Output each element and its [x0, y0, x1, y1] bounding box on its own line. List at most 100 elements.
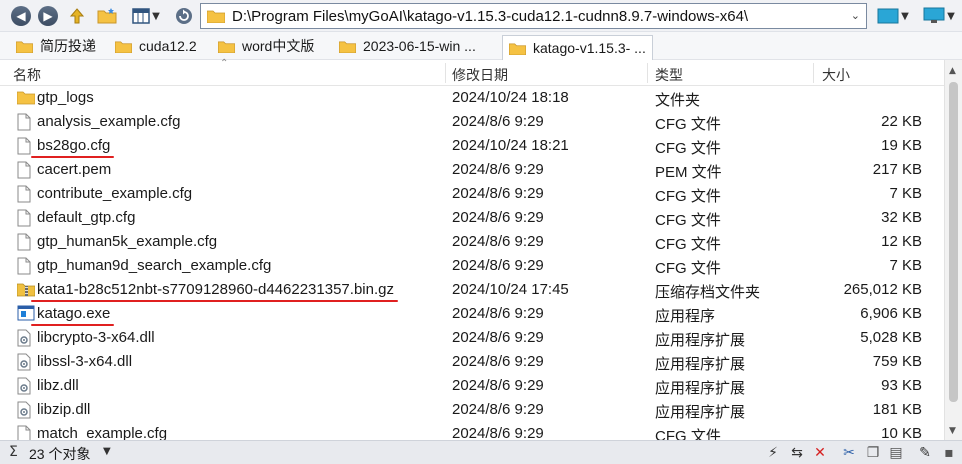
file-name: kata1-b28c512nbt-s7709128960-d4462231357…	[37, 281, 394, 298]
monitor-icon[interactable]: ▼	[920, 5, 958, 27]
copy-icon[interactable]: ❐	[864, 444, 882, 462]
bookmark-item[interactable]: 简历投递	[16, 35, 96, 57]
file-icon	[17, 113, 33, 131]
column-divider[interactable]	[813, 63, 814, 83]
forward-icon[interactable]: ▶	[38, 5, 58, 27]
file-row[interactable]: libssl-3-x64.dll 2024/8/6 9:29 应用程序扩展 759 K…	[0, 350, 944, 374]
edit-icon[interactable]: ✎	[916, 444, 934, 462]
vertical-scrollbar[interactable]: ▲ ▼	[944, 60, 962, 440]
scroll-down-icon[interactable]: ▼	[949, 426, 956, 436]
scroll-thumb[interactable]	[949, 82, 958, 402]
file-row[interactable]: gtp_human5k_example.cfg 2024/8/6 9:29 CFG …	[0, 230, 944, 254]
file-row[interactable]: cacert.pem 2024/8/6 9:29 PEM 文件 217 KB	[0, 158, 944, 182]
lightning-icon[interactable]: ⚡	[764, 444, 782, 462]
file-size: 19 KB	[881, 137, 922, 154]
file-size: 32 KB	[881, 209, 922, 226]
file-date: 2024/8/6 9:29	[452, 425, 544, 440]
file-size: 181 KB	[872, 401, 922, 418]
folder-icon	[115, 40, 132, 53]
bookmark-label: katago-v1.15.3- ...	[533, 40, 646, 56]
address-bar[interactable]: D:\Program Files\myGoAI\katago-v1.15.3-c…	[200, 3, 867, 29]
file-type: 应用程序扩展	[655, 404, 746, 421]
folder-row[interactable]: gtp_logs 2024/10/24 18:18 文件夹	[0, 86, 944, 110]
bookmark-item-active[interactable]: katago-v1.15.3- ...	[502, 35, 653, 60]
file-size: 217 KB	[872, 161, 922, 178]
cut-icon[interactable]: ✂	[840, 444, 858, 462]
file-type: 应用程序扩展	[655, 356, 746, 373]
chevron-down-icon[interactable]: ⌄	[851, 9, 860, 22]
file-date: 2024/8/6 9:29	[452, 305, 544, 322]
file-name: default_gtp.cfg	[37, 209, 136, 226]
sigma-icon: Σ	[9, 444, 18, 460]
file-size: 7 KB	[889, 185, 922, 202]
file-name: analysis_example.cfg	[37, 113, 181, 130]
bookmark-item[interactable]: word中文版	[218, 35, 314, 57]
delete-icon[interactable]: ✕	[811, 444, 829, 462]
swap-icon[interactable]: ⇆	[788, 444, 806, 462]
bookmark-bar: 简历投递 cuda12.2 word中文版 2023-06-15-win ...…	[0, 32, 962, 60]
folder-icon	[218, 40, 235, 53]
view-icon[interactable]: ▼	[128, 5, 164, 27]
dll-icon	[17, 329, 33, 347]
file-row[interactable]: analysis_example.cfg 2024/8/6 9:29 CFG 文件 2…	[0, 110, 944, 134]
file-row[interactable]: contribute_example.cfg 2024/8/6 9:29 CFG 文…	[0, 182, 944, 206]
column-date[interactable]: 修改日期	[452, 65, 508, 85]
file-name: contribute_example.cfg	[37, 185, 193, 202]
file-icon	[17, 233, 33, 251]
column-headers: ⌃ 名称 修改日期 类型 大小	[0, 58, 962, 86]
file-name: libcrypto-3-x64.dll	[37, 329, 155, 346]
file-row[interactable]: bs28go.cfg 2024/10/24 18:21 CFG 文件 19 KB	[0, 134, 944, 158]
scroll-up-icon[interactable]: ▲	[949, 66, 956, 76]
file-type: CFG 文件	[655, 236, 721, 253]
file-name: gtp_logs	[37, 89, 94, 106]
file-date: 2024/10/24 17:45	[452, 281, 569, 298]
folder-icon	[16, 40, 33, 53]
file-type: PEM 文件	[655, 164, 722, 181]
column-name[interactable]: 名称	[13, 65, 41, 85]
bookmark-label: 2023-06-15-win ...	[363, 38, 476, 54]
file-row[interactable]: gtp_human9d_search_example.cfg 2024/8/6 9…	[0, 254, 944, 278]
file-row[interactable]: match_example.cfg 2024/8/6 9:29 CFG 文件 10 K…	[0, 422, 944, 440]
file-date: 2024/8/6 9:29	[452, 233, 544, 250]
file-row[interactable]: libcrypto-3-x64.dll 2024/8/6 9:29 应用程序扩展 5,…	[0, 326, 944, 350]
up-icon[interactable]	[66, 5, 88, 27]
file-date: 2024/10/24 18:18	[452, 89, 569, 106]
file-size: 759 KB	[872, 353, 922, 370]
address-path[interactable]: D:\Program Files\myGoAI\katago-v1.15.3-c…	[232, 8, 748, 25]
file-row[interactable]: default_gtp.cfg 2024/8/6 9:29 CFG 文件 32 KB	[0, 206, 944, 230]
folder-icon	[509, 42, 526, 55]
column-size[interactable]: 大小	[822, 65, 850, 85]
file-size: 22 KB	[881, 113, 922, 130]
column-type[interactable]: 类型	[655, 65, 683, 85]
column-divider[interactable]	[445, 63, 446, 83]
file-icon	[17, 425, 33, 440]
new-folder-icon[interactable]	[96, 5, 118, 27]
file-date: 2024/8/6 9:29	[452, 185, 544, 202]
file-type: CFG 文件	[655, 212, 721, 229]
chevron-down-icon[interactable]: ▼	[103, 446, 111, 457]
column-divider[interactable]	[647, 63, 648, 83]
file-type: CFG 文件	[655, 116, 721, 133]
bookmark-label: word中文版	[242, 38, 315, 54]
file-row[interactable]: libzip.dll 2024/8/6 9:29 应用程序扩展 181 KB	[0, 398, 944, 422]
dll-icon	[17, 353, 33, 371]
file-date: 2024/8/6 9:29	[452, 161, 544, 178]
file-row[interactable]: libz.dll 2024/8/6 9:29 应用程序扩展 93 KB	[0, 374, 944, 398]
file-type: CFG 文件	[655, 188, 721, 205]
bookmark-item[interactable]: cuda12.2	[115, 35, 197, 57]
file-row[interactable]: kata1-b28c512nbt-s7709128960-d4462231357…	[0, 278, 944, 302]
bookmark-item[interactable]: 2023-06-15-win ...	[339, 35, 476, 57]
status-bar: Σ 23 个对象 ▼ ⚡ ⇆ ✕ ✂ ❐ ▤ ✎ ▪	[0, 440, 962, 464]
layout-icon[interactable]: ▼	[874, 5, 912, 27]
refresh-icon[interactable]	[174, 5, 194, 27]
back-icon[interactable]: ◀	[11, 5, 31, 27]
paste-icon[interactable]: ▤	[887, 444, 905, 462]
folder-icon	[207, 10, 225, 23]
file-icon	[17, 185, 33, 203]
bin-icon[interactable]: ▪	[940, 444, 958, 462]
file-name: cacert.pem	[37, 161, 112, 178]
file-list: gtp_logs 2024/10/24 18:18 文件夹 analysis_exam…	[0, 86, 944, 440]
file-type: CFG 文件	[655, 428, 721, 440]
file-row[interactable]: katago.exe 2024/8/6 9:29 应用程序 6,906 KB	[0, 302, 944, 326]
toolbar: ◀ ▶ ▼ D:\Program Files\myGoAI\katago-v1.…	[0, 0, 962, 32]
